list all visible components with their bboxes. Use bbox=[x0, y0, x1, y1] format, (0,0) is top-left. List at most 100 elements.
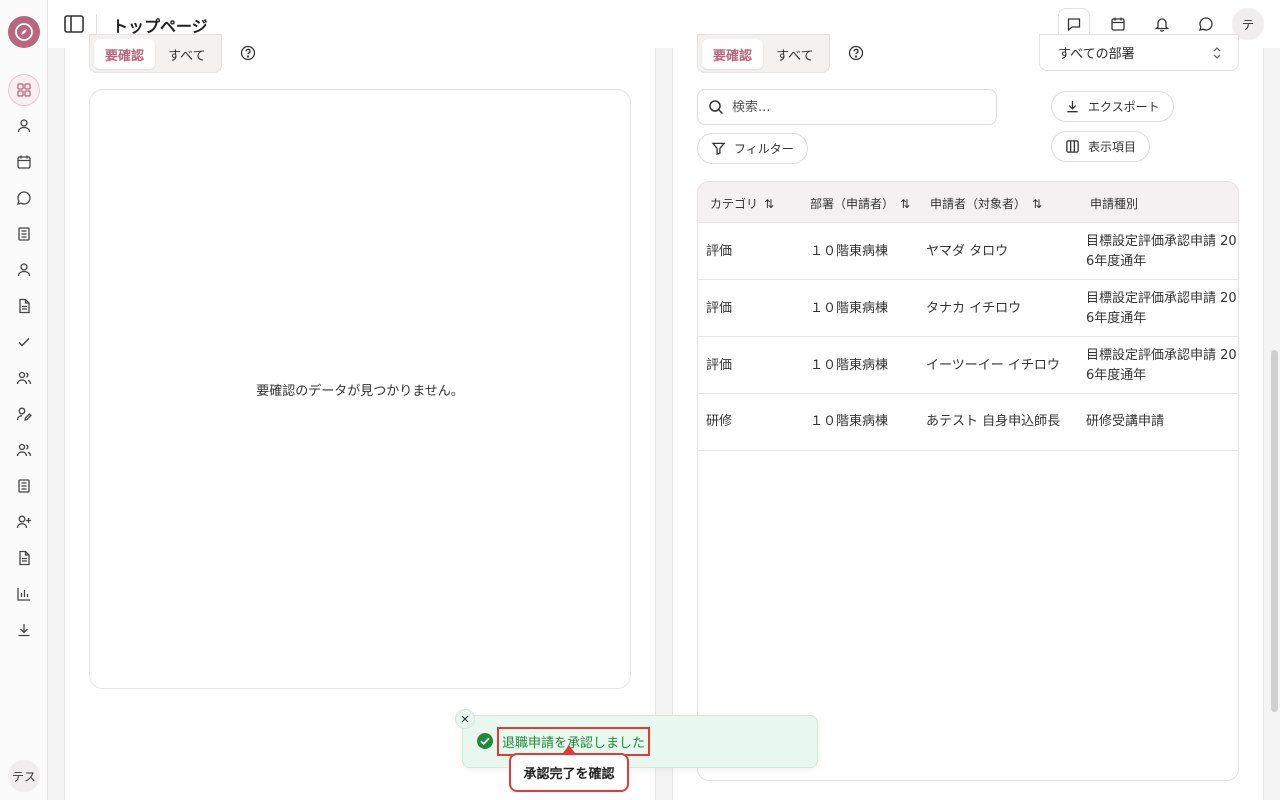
tab-all[interactable]: すべて bbox=[765, 39, 825, 69]
left-empty-card: 要確認のデータが見つかりません。 bbox=[89, 89, 631, 689]
filter-icon bbox=[711, 142, 726, 156]
left-tab-group: 要確認 すべて bbox=[89, 34, 222, 73]
sidebar-item-staff[interactable] bbox=[12, 258, 36, 282]
export-button[interactable]: エクスポート bbox=[1051, 91, 1174, 122]
bar-chart-icon bbox=[17, 588, 30, 601]
download-icon bbox=[18, 624, 30, 637]
user-icon bbox=[17, 119, 31, 133]
applications-table: カテゴリ ⇅ 部署（申請者） ⇅ 申請者（対象者） ⇅ 申請種別 評価 １０階東… bbox=[697, 181, 1239, 781]
sidebar-item-groups[interactable] bbox=[12, 438, 36, 462]
message-square-icon bbox=[1067, 18, 1081, 32]
tab-all[interactable]: すべて bbox=[157, 39, 217, 69]
sidebar-item-records[interactable] bbox=[12, 222, 36, 246]
check-icon bbox=[18, 337, 30, 347]
bell-icon bbox=[1154, 18, 1170, 32]
column-header-label: カテゴリ bbox=[710, 197, 759, 211]
sidebar-item-add-user[interactable] bbox=[12, 510, 36, 534]
filter-label: フィルター bbox=[734, 142, 794, 156]
cell-type-line: 目標設定評価承認申請 20 bbox=[1086, 348, 1237, 363]
cell-type: 研修受講申請 bbox=[1086, 414, 1165, 429]
cell-type: 目標設定評価承認申請 20 6年度通年 bbox=[1086, 232, 1237, 272]
cell-type-line: 目標設定評価承認申請 20 bbox=[1086, 234, 1237, 249]
sidebar: テス bbox=[0, 0, 48, 800]
sidebar-item-team[interactable] bbox=[12, 366, 36, 390]
page-scrollbar[interactable] bbox=[1271, 350, 1278, 712]
cell-category: 評価 bbox=[706, 244, 733, 259]
sidebar-item-analytics[interactable] bbox=[12, 582, 36, 606]
sidebar-item-reports[interactable] bbox=[12, 546, 36, 570]
cell-applicant: あテスト 自身申込師長 bbox=[926, 414, 1061, 429]
confirm-approval-button[interactable]: 承認完了を確認 bbox=[509, 753, 629, 792]
column-header-label: 部署（申請者） bbox=[810, 197, 895, 211]
chat-bubble-icon bbox=[17, 191, 31, 205]
column-header-applicant[interactable]: 申請者（対象者） ⇅ bbox=[930, 195, 1042, 212]
users-icon bbox=[16, 443, 32, 457]
search-box bbox=[697, 89, 997, 125]
cell-applicant: イーツーイー イチロウ bbox=[926, 358, 1060, 373]
empty-state-message: 要確認のデータが見つかりません。 bbox=[256, 384, 464, 399]
sidebar-item-download[interactable] bbox=[12, 618, 36, 642]
chevron-up-down-icon bbox=[1213, 46, 1221, 59]
cell-applicant: ヤマダ タロウ bbox=[926, 244, 1009, 259]
columns-button[interactable]: 表示項目 bbox=[1051, 131, 1151, 162]
grid-icon bbox=[17, 83, 31, 97]
department-select[interactable]: すべての部署 bbox=[1039, 34, 1239, 71]
table-row[interactable]: 研修 １０階東病棟 あテスト 自身申込師長 研修受講申請 bbox=[698, 394, 1238, 451]
app-logo[interactable] bbox=[8, 16, 40, 48]
table-row[interactable]: 評価 １０階東病棟 タナカ イチロウ 目標設定評価承認申請 20 6年度通年 bbox=[698, 280, 1238, 337]
sidebar-item-edit-staff[interactable] bbox=[12, 402, 36, 426]
sidebar-item-logs[interactable] bbox=[12, 474, 36, 498]
sidebar-item-approvals[interactable] bbox=[12, 330, 36, 354]
cell-department: １０階東病棟 bbox=[810, 414, 889, 429]
calendar-icon bbox=[17, 155, 31, 169]
column-header-department[interactable]: 部署（申請者） ⇅ bbox=[810, 195, 910, 212]
check-circle-icon bbox=[477, 733, 493, 749]
users-icon bbox=[16, 371, 32, 385]
column-header-label: 申請者（対象者） bbox=[930, 197, 1027, 211]
column-header-type[interactable]: 申請種別 bbox=[1090, 195, 1138, 212]
cell-department: １０階東病棟 bbox=[810, 301, 889, 316]
sidebar-item-profile[interactable] bbox=[12, 114, 36, 138]
cell-department: １０階東病棟 bbox=[810, 358, 889, 373]
notebook-icon bbox=[18, 227, 30, 241]
help-circle-icon[interactable] bbox=[240, 45, 256, 61]
toast-close-button[interactable] bbox=[455, 709, 475, 729]
sort-icon: ⇅ bbox=[764, 196, 775, 211]
panel-left-icon bbox=[64, 15, 84, 33]
sidebar-item-messages[interactable] bbox=[12, 186, 36, 210]
notebook-icon bbox=[18, 479, 30, 493]
cell-type-line: 6年度通年 bbox=[1086, 311, 1147, 326]
document-icon bbox=[19, 550, 30, 566]
cell-department: １０階東病棟 bbox=[810, 244, 889, 259]
right-tab-group: 要確認 すべて bbox=[697, 34, 830, 73]
user-icon bbox=[17, 263, 31, 277]
cell-type-line: 6年度通年 bbox=[1086, 368, 1147, 383]
user-edit-icon bbox=[16, 407, 32, 421]
table-row[interactable]: 評価 １０階東病棟 ヤマダ タロウ 目標設定評価承認申請 20 6年度通年 bbox=[698, 223, 1238, 280]
department-select-value: すべての部署 bbox=[1058, 47, 1135, 62]
column-header-label: 申請種別 bbox=[1090, 197, 1139, 211]
columns-label: 表示項目 bbox=[1088, 140, 1137, 154]
table-row[interactable]: 評価 １０階東病棟 イーツーイー イチロウ 目標設定評価承認申請 20 6年度通… bbox=[698, 337, 1238, 394]
sidebar-toggle-button[interactable] bbox=[62, 12, 86, 36]
sidebar-item-dashboard[interactable] bbox=[8, 74, 40, 106]
cell-category: 評価 bbox=[706, 358, 733, 373]
search-input[interactable] bbox=[732, 99, 972, 115]
cell-type: 目標設定評価承認申請 20 6年度通年 bbox=[1086, 289, 1237, 329]
user-plus-icon bbox=[16, 515, 31, 529]
tooltip-caret bbox=[563, 745, 575, 753]
document-icon bbox=[19, 298, 30, 314]
cell-type-line: 6年度通年 bbox=[1086, 254, 1147, 269]
filter-button[interactable]: フィルター bbox=[697, 133, 808, 164]
sidebar-user-avatar[interactable]: テス bbox=[8, 760, 40, 792]
column-header-category[interactable]: カテゴリ ⇅ bbox=[710, 195, 774, 212]
sort-icon: ⇅ bbox=[900, 196, 911, 211]
cell-type: 目標設定評価承認申請 20 6年度通年 bbox=[1086, 346, 1237, 386]
tab-needs-review[interactable]: 要確認 bbox=[702, 39, 764, 69]
header-divider bbox=[96, 14, 97, 34]
tab-needs-review[interactable]: 要確認 bbox=[94, 39, 156, 69]
sidebar-item-calendar[interactable] bbox=[12, 150, 36, 174]
cell-category: 研修 bbox=[706, 414, 733, 429]
sidebar-item-documents[interactable] bbox=[12, 294, 36, 318]
help-circle-icon[interactable] bbox=[848, 45, 864, 61]
